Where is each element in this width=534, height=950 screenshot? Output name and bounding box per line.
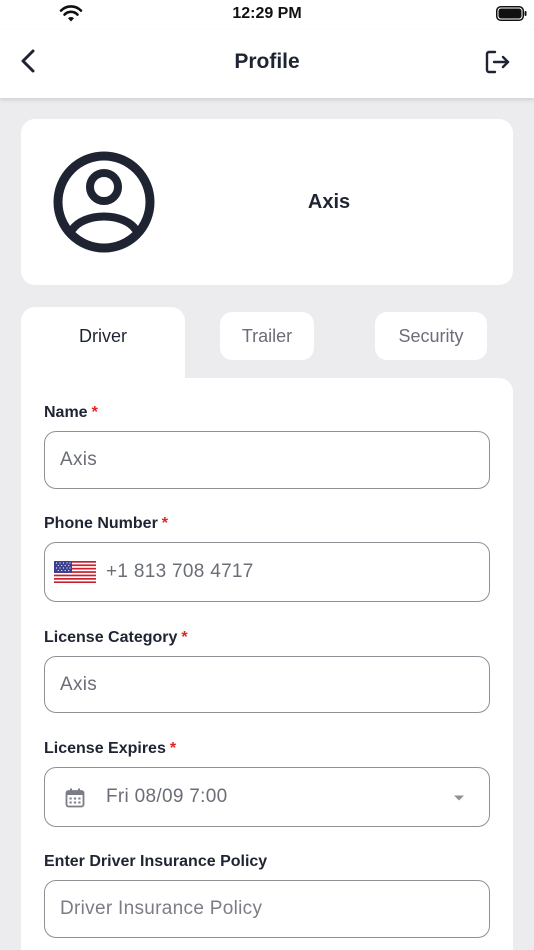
- us-flag-icon[interactable]: [54, 561, 96, 583]
- calendar-icon: [65, 788, 85, 808]
- license-expires-value: Fri 08/09 7:00: [106, 786, 228, 807]
- tab-security[interactable]: Security: [375, 312, 487, 360]
- status-bar: 12:29 PM: [0, 0, 534, 30]
- nav-bar: Profile: [0, 30, 534, 98]
- name-label-text: Name: [44, 404, 88, 421]
- caret-down-icon[interactable]: [453, 794, 465, 802]
- phone-label-text: Phone Number: [44, 515, 158, 532]
- license-expires-label: License Expires *: [44, 740, 176, 758]
- name-label: Name *: [44, 404, 98, 422]
- battery-icon: [496, 6, 527, 21]
- license-category-field[interactable]: Axis: [44, 656, 490, 713]
- license-expires-picker[interactable]: Fri 08/09 7:00: [44, 767, 490, 827]
- user-avatar-icon[interactable]: [52, 150, 156, 254]
- required-mark: *: [169, 740, 177, 757]
- insurance-placeholder: Driver Insurance Policy: [60, 898, 263, 919]
- tab-trailer[interactable]: Trailer: [220, 312, 314, 360]
- license-category-value: Axis: [60, 673, 98, 695]
- name-field[interactable]: Axis: [44, 431, 490, 489]
- license-category-label-text: License Category: [44, 629, 178, 646]
- tab-driver[interactable]: Driver: [21, 307, 185, 381]
- required-mark: *: [181, 629, 188, 646]
- insurance-label-text: Enter Driver Insurance Policy: [44, 853, 268, 870]
- phone-value: +1 813 708 4717: [106, 561, 254, 582]
- phone-label: Phone Number *: [44, 515, 168, 533]
- profile-card: Axis: [21, 119, 513, 285]
- logout-icon[interactable]: [482, 47, 512, 77]
- license-expires-label-text: License Expires: [44, 740, 166, 757]
- license-category-label: License Category *: [44, 629, 188, 647]
- phone-field[interactable]: +1 813 708 4717: [44, 542, 490, 602]
- insurance-field[interactable]: Driver Insurance Policy: [44, 880, 490, 938]
- insurance-label: Enter Driver Insurance Policy: [44, 853, 267, 871]
- required-mark: *: [161, 515, 169, 532]
- required-mark: *: [91, 404, 98, 421]
- profile-name: Axis: [307, 191, 351, 213]
- name-value: Axis: [60, 449, 98, 470]
- status-time: 12:29 PM: [232, 5, 302, 22]
- page-title: Profile: [234, 50, 300, 73]
